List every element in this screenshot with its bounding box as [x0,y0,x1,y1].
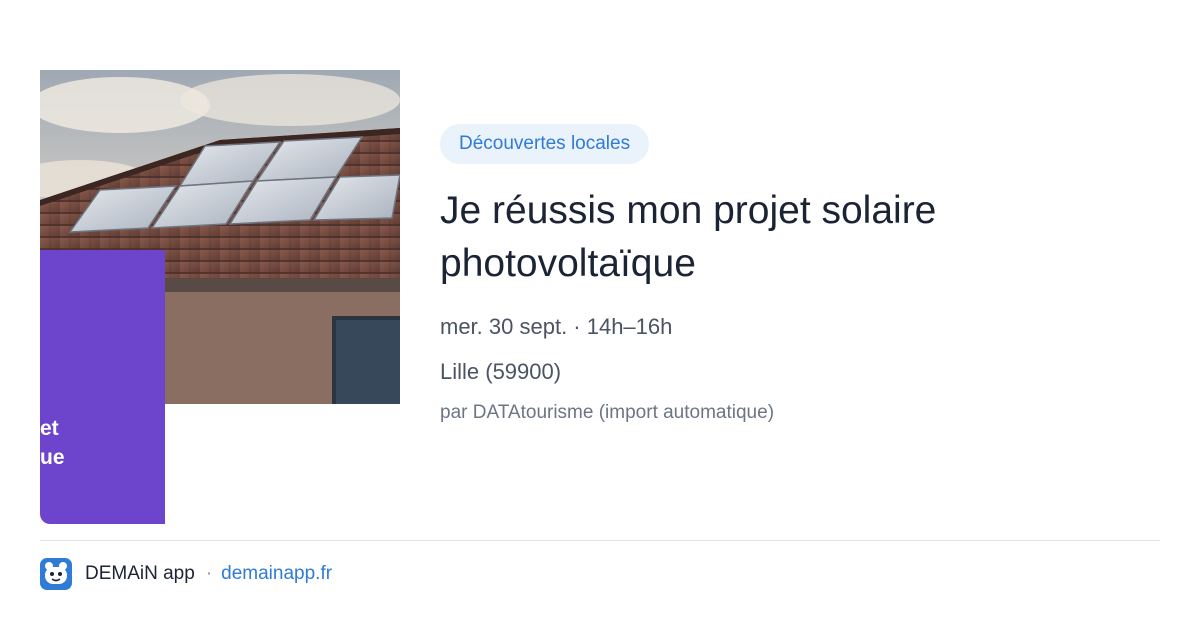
event-image[interactable]: et ue [40,70,400,524]
event-date-time: mer. 30 sept. · 14h–16h [440,314,673,339]
event-location: Lille (59900) [440,359,562,384]
footer-divider [40,540,1160,541]
footer: DEMAiN app · demainapp.fr [40,558,332,590]
app-name: DEMAiN app [85,563,195,584]
image-overlay-panel: et ue [40,250,165,524]
image-overlay-text: et ue [40,417,65,469]
app-domain-link[interactable]: demainapp.fr [221,563,332,585]
event-title[interactable]: Je réussis mon projet solaire photovolta… [440,184,1160,290]
footer-separator: · [205,563,213,584]
demain-app-icon [40,558,72,590]
event-source: par DATAtourisme (import automatique) [440,402,775,423]
category-tag[interactable]: Découvertes locales [440,124,650,164]
